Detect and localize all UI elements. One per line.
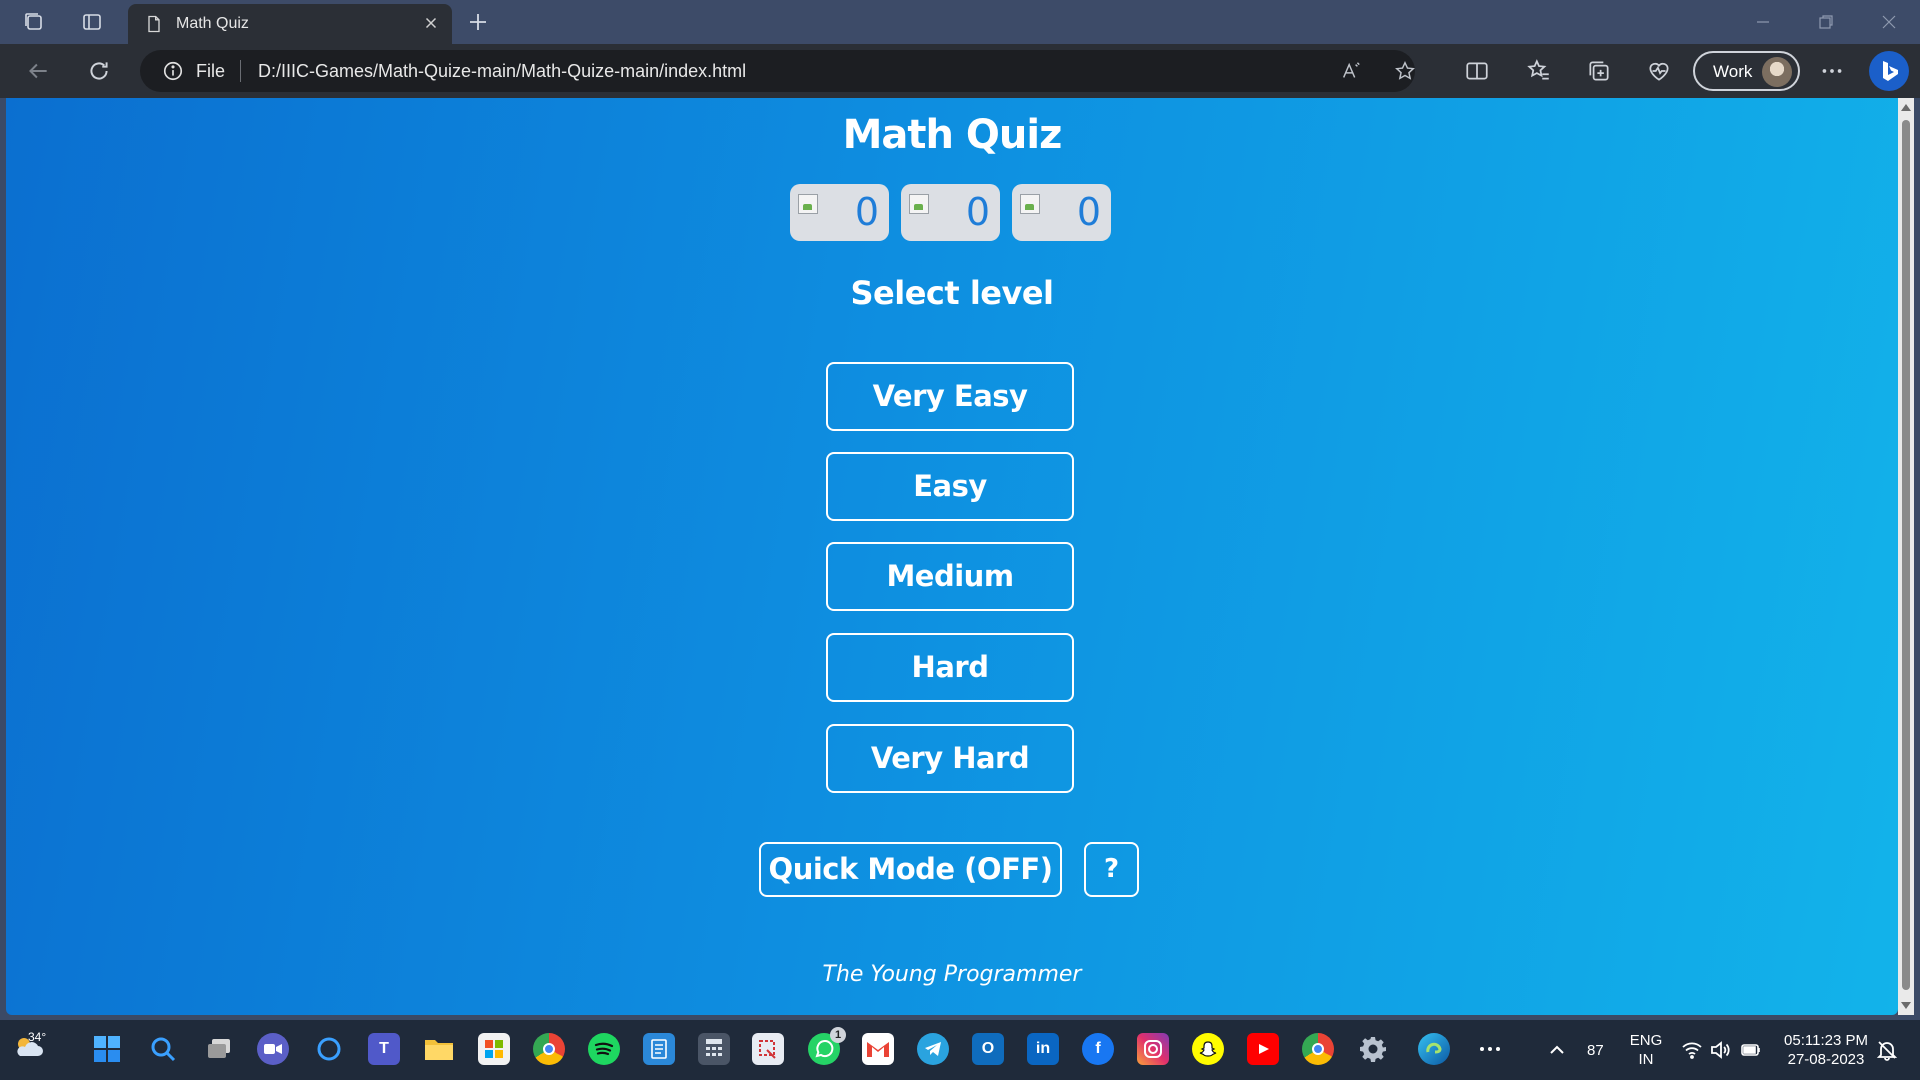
snipping-tool-icon[interactable] [752,1033,784,1065]
more-icon[interactable] [1819,58,1845,84]
restore-icon[interactable] [1816,12,1836,32]
info-icon[interactable] [162,60,184,82]
snapchat-icon[interactable] [1192,1033,1224,1065]
score-value: 0 [965,190,990,234]
page-icon [148,15,160,33]
select-level-heading: Select level [850,274,1054,312]
browser-toolbar: File D:/IIIC-Games/Math-Quize-main/Math-… [0,44,1920,98]
youtube-icon[interactable] [1247,1033,1279,1065]
clock-time: 05:11:23 PM [1784,1032,1868,1049]
score-value: 0 [854,190,879,234]
page-title: Math Quiz [842,112,1063,158]
score-board: 0 0 0 [790,184,1111,242]
wifi-icon[interactable] [1681,1039,1703,1061]
favorites-icon[interactable] [1526,58,1552,84]
outlook-icon[interactable]: O [972,1033,1004,1065]
split-screen-icon[interactable] [1464,58,1490,84]
teams-icon[interactable]: T [368,1033,400,1065]
volume-icon[interactable] [1709,1039,1731,1061]
minimize-icon[interactable] [1753,12,1773,32]
scroll-up-icon[interactable] [1901,104,1911,111]
footer-credit: The Young Programmer [822,962,1082,987]
more-apps-icon[interactable] [1474,1033,1506,1065]
profile-button[interactable]: Work [1693,51,1800,91]
linkedin-icon[interactable]: in [1027,1033,1059,1065]
language-indicator[interactable]: ENG IN [1628,1031,1664,1069]
level-hard-button[interactable]: Hard [826,633,1074,702]
read-aloud-icon[interactable] [1340,60,1362,82]
chrome-profile-icon[interactable] [1302,1033,1334,1065]
level-very-easy-button[interactable]: Very Easy [826,362,1074,431]
tab-title: Math Quiz [176,15,249,32]
refresh-icon[interactable] [86,58,112,84]
vertical-scrollbar[interactable] [1898,98,1914,1015]
cortana-icon[interactable] [313,1033,345,1065]
score-box-total: 0 [1012,184,1111,241]
new-tab-icon[interactable] [466,10,490,34]
address-bar[interactable]: File D:/IIIC-Games/Math-Quize-main/Math-… [140,50,1415,92]
page-viewport: Math Quiz 0 0 0 Select level Very Easy E… [6,98,1898,1015]
instagram-icon[interactable] [1137,1033,1169,1065]
scroll-down-icon[interactable] [1901,1002,1911,1009]
collections-icon[interactable] [1586,58,1612,84]
clock-date: 27-08-2023 [1787,1051,1865,1068]
broken-image-icon [909,194,929,214]
quick-mode-toggle[interactable]: Quick Mode (OFF) [759,842,1062,897]
battery-icon[interactable] [1740,1039,1762,1061]
browser-essentials-icon[interactable] [1646,58,1672,84]
chevron-up-icon[interactable] [1546,1039,1568,1061]
gmail-icon[interactable] [862,1033,894,1065]
notification-bell-icon[interactable] [1876,1039,1898,1061]
language-line-1: ENG [1629,1032,1663,1049]
notepad-icon[interactable] [643,1033,675,1065]
profile-label: Work [1713,62,1753,81]
clock[interactable]: 05:11:23 PM 27-08-2023 [1776,1031,1876,1069]
tray-value: 87 [1587,1042,1604,1059]
whatsapp-badge: 1 [830,1027,846,1043]
whatsapp-icon[interactable]: 1 [808,1027,846,1065]
broken-image-icon [798,194,818,214]
weather-temp: 34° [28,1030,47,1044]
calculator-icon[interactable] [698,1033,730,1065]
store-icon[interactable] [478,1033,510,1065]
level-easy-button[interactable]: Easy [826,452,1074,521]
back-icon[interactable] [25,58,51,84]
facebook-icon[interactable]: f [1082,1033,1114,1065]
score-box-correct: 0 [790,184,889,241]
avatar [1762,57,1792,87]
address-separator [240,60,241,82]
score-box-wrong: 0 [901,184,1000,241]
window-close-icon[interactable] [1879,12,1899,32]
telegram-icon[interactable] [917,1033,949,1065]
url-text[interactable]: D:/IIIC-Games/Math-Quize-main/Math-Quize… [258,61,746,82]
browser-titlebar: Math Quiz [0,0,1920,44]
broken-image-icon [1020,194,1040,214]
workspaces-icon[interactable] [22,10,46,34]
meet-icon[interactable] [257,1033,289,1065]
search-icon[interactable] [147,1033,179,1065]
chrome-icon[interactable] [533,1033,565,1065]
tab-actions-icon[interactable] [80,10,104,34]
file-explorer-icon[interactable] [423,1033,455,1065]
close-icon[interactable] [422,14,440,32]
help-button[interactable]: ? [1084,842,1139,897]
tab-math-quiz[interactable]: Math Quiz [128,4,452,44]
start-icon[interactable] [91,1033,123,1065]
score-value: 0 [1076,190,1101,234]
scroll-thumb[interactable] [1902,120,1910,990]
language-line-2: IN [1638,1051,1654,1068]
address-scheme: File [196,61,226,81]
level-very-hard-button[interactable]: Very Hard [826,724,1074,793]
windows-taskbar: 34° T 1 O in f 87 ENG IN 05:11:23 PM 27-… [0,1020,1920,1080]
level-medium-button[interactable]: Medium [826,542,1074,611]
settings-gear-icon[interactable] [1357,1033,1389,1065]
task-view-icon[interactable] [203,1033,235,1065]
math-quiz-app: Math Quiz 0 0 0 Select level Very Easy E… [6,98,1898,1015]
favorite-star-icon[interactable] [1394,60,1416,82]
edge-icon[interactable] [1418,1033,1450,1065]
spotify-icon[interactable] [588,1033,620,1065]
bing-chat-icon[interactable] [1869,51,1909,91]
